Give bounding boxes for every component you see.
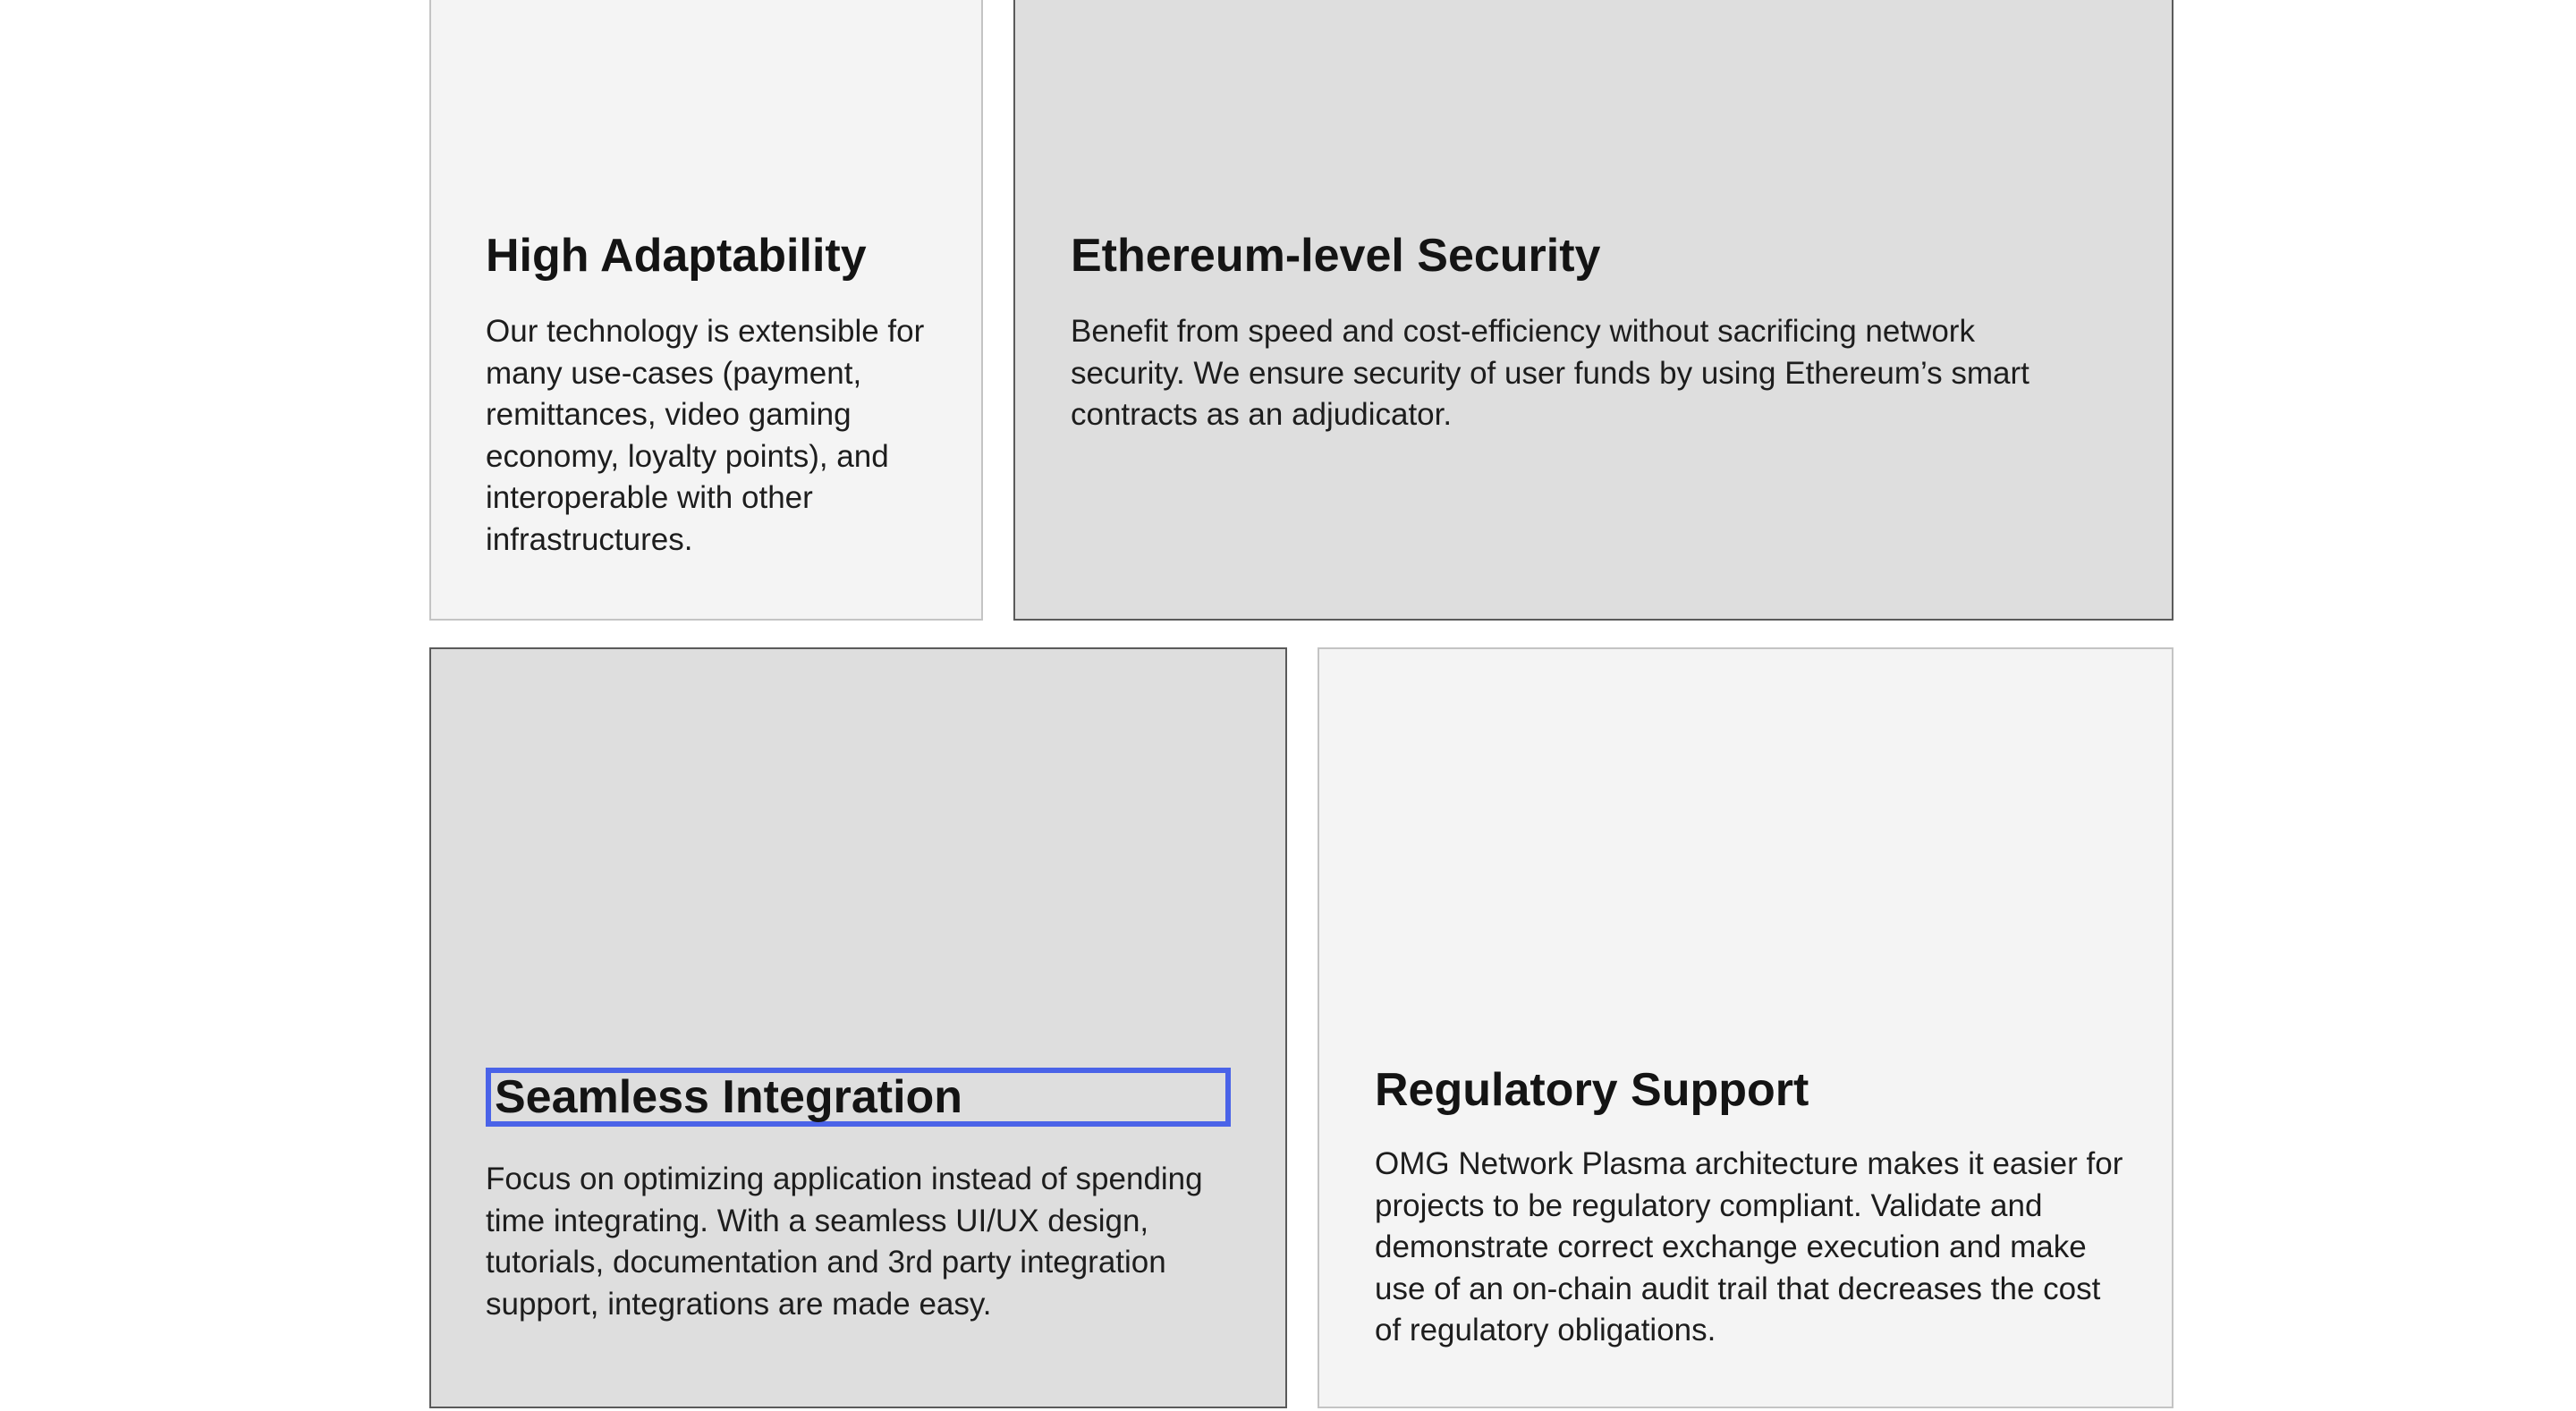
feature-description: Our technology is extensible for many us… [486,314,925,557]
feature-description: Focus on optimizing application instead … [486,1162,1203,1322]
feature-title: Regulatory Support [1375,1064,1809,1116]
feature-card-seamless-integration: Seamless Integration Focus on optimizing… [429,647,1287,1408]
feature-title: High Adaptability [486,230,867,282]
feature-title[interactable]: Seamless Integration [495,1069,962,1126]
feature-card-ethereum-security: Ethereum-level Security Benefit from spe… [1013,0,2174,621]
feature-card-regulatory-support: Regulatory Support OMG Network Plasma ar… [1318,647,2174,1408]
feature-description: Benefit from speed and cost-efficiency w… [1071,314,2029,432]
feature-description: OMG Network Plasma architecture makes it… [1375,1146,2123,1348]
feature-card-high-adaptability: High Adaptability Our technology is exte… [429,0,983,621]
feature-title: Ethereum-level Security [1071,230,1601,282]
